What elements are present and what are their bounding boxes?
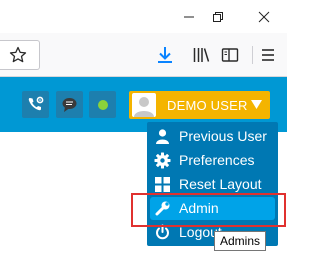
chat-button[interactable] xyxy=(56,91,83,118)
library-icon[interactable] xyxy=(191,45,211,65)
menu-icon[interactable] xyxy=(258,45,278,65)
user-dropdown-menu: Previous User Preferences Reset Layout A… xyxy=(147,122,278,246)
url-bar[interactable] xyxy=(0,40,40,70)
menu-item-previous-user[interactable]: Previous User xyxy=(150,125,275,148)
admin-highlight-box xyxy=(131,193,286,227)
status-online-icon xyxy=(98,100,108,110)
window-title-bar xyxy=(0,0,287,33)
user-icon xyxy=(154,128,171,145)
chat-icon xyxy=(62,98,77,112)
avatar xyxy=(132,93,156,117)
menu-item-label: Previous User xyxy=(179,128,267,144)
user-name-label: DEMO USER xyxy=(167,98,248,113)
gear-icon xyxy=(154,152,171,169)
sidebar-icon[interactable] xyxy=(220,45,240,65)
chevron-down-icon xyxy=(251,100,262,110)
grid-icon xyxy=(154,176,171,193)
download-icon[interactable] xyxy=(155,45,175,65)
phone-settings-button[interactable] xyxy=(22,91,49,118)
menu-item-label: Reset Layout xyxy=(179,176,262,192)
toolbar-separator xyxy=(252,46,253,64)
user-avatar-icon xyxy=(134,97,154,117)
bookmark-star-icon[interactable] xyxy=(8,45,28,65)
restore-icon[interactable] xyxy=(209,8,227,26)
phone-settings-icon xyxy=(28,96,44,111)
menu-item-preferences[interactable]: Preferences xyxy=(150,149,275,172)
minimize-icon[interactable] xyxy=(180,8,198,26)
browser-toolbar xyxy=(0,33,287,77)
user-menu-button[interactable]: DEMO USER xyxy=(129,91,270,119)
menu-item-label: Preferences xyxy=(179,152,255,168)
admin-tooltip: Admins xyxy=(214,231,266,251)
status-button[interactable] xyxy=(89,91,116,118)
close-icon[interactable] xyxy=(255,8,273,26)
